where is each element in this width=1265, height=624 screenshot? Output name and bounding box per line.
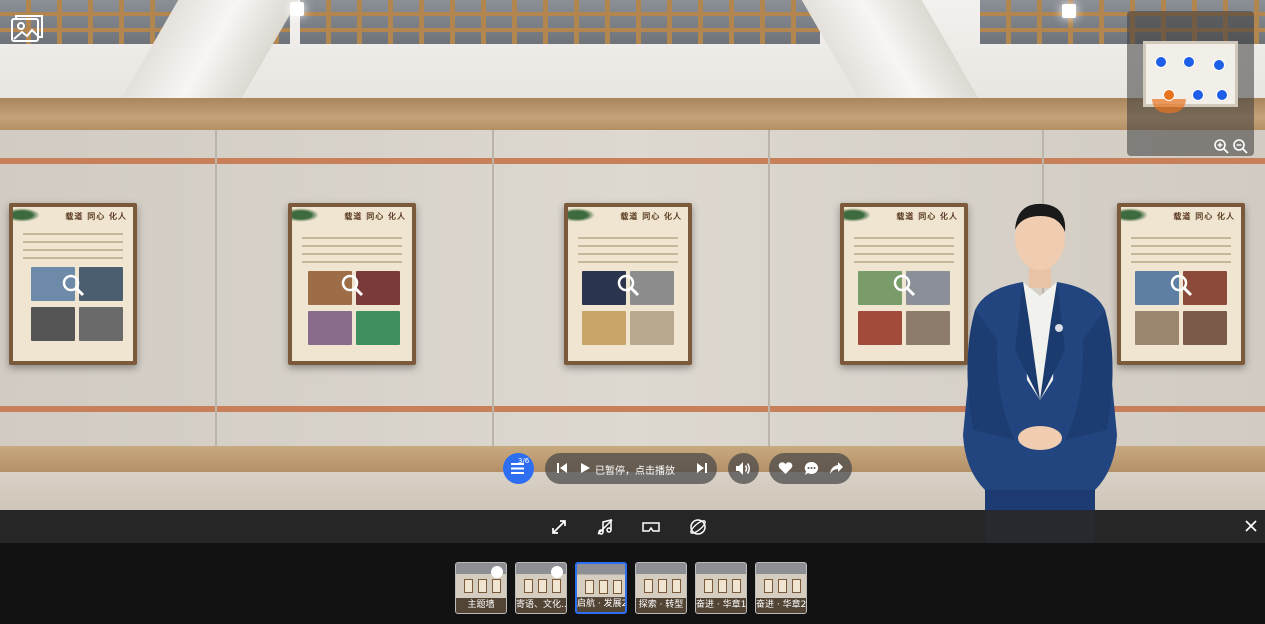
wall-seam xyxy=(492,130,494,446)
pine-decoration xyxy=(292,207,322,223)
scene-thumbnail-active[interactable]: 启航 · 发展2 xyxy=(575,562,627,614)
hotspot-dot[interactable] xyxy=(1155,56,1167,68)
vr-glasses-icon[interactable] xyxy=(642,518,660,536)
bottom-toolbar xyxy=(0,510,1265,543)
exhibit-poster-1[interactable]: 载道 同心 化人 xyxy=(9,203,137,365)
wall-seam xyxy=(215,130,217,446)
poster-title: 载道 同心 化人 xyxy=(65,212,127,221)
poster-photo xyxy=(308,311,352,345)
scene-thumbnail[interactable]: 奋进 · 华章2... xyxy=(755,562,807,614)
ceiling xyxy=(0,0,1265,98)
zoom-out-icon[interactable] xyxy=(1232,138,1248,154)
poster-photo xyxy=(630,311,674,345)
scene-thumbnail[interactable]: 奋进 · 华章1 xyxy=(695,562,747,614)
social-actions xyxy=(769,453,852,484)
zoom-in-icon[interactable] xyxy=(1213,138,1229,154)
virtual-guide-avatar xyxy=(963,203,1117,543)
hotspot-dot[interactable] xyxy=(1192,89,1204,101)
zoom-magnifier-icon[interactable] xyxy=(61,273,85,297)
wall-wood-top xyxy=(0,98,1265,130)
current-position-marker xyxy=(1163,89,1175,101)
zoom-magnifier-icon[interactable] xyxy=(616,273,640,297)
poster-photo xyxy=(356,311,400,345)
fullscreen-icon[interactable] xyxy=(550,518,568,536)
ceiling-beam xyxy=(801,0,979,98)
visited-check-icon xyxy=(491,566,503,578)
scene-thumbnail[interactable]: 寄语、文化... xyxy=(515,562,567,614)
playlist-menu-button[interactable]: 3/6 xyxy=(503,453,534,484)
playlist-counter: 3/6 xyxy=(518,457,530,465)
thumbnail-label: 奋进 · 华章1 xyxy=(696,598,746,613)
exhibit-poster-5[interactable]: 载道 同心 化人 xyxy=(1117,203,1245,365)
ceiling-light xyxy=(290,2,304,16)
zoom-magnifier-icon[interactable] xyxy=(340,273,364,297)
thumbnail-label: 主题墙 xyxy=(456,598,506,613)
zoom-magnifier-icon[interactable] xyxy=(1169,273,1193,297)
poster-photo xyxy=(858,311,902,345)
audio-player: 已暂停，点击播放 xyxy=(545,453,717,484)
view-direction-cone xyxy=(1152,99,1186,113)
poster-photo xyxy=(582,311,626,345)
poster-title: 载道 同心 化人 xyxy=(620,212,682,221)
wall-strip xyxy=(0,158,1265,164)
comment-icon[interactable] xyxy=(804,461,819,476)
exhibit-poster-2[interactable]: 载道 同心 化人 xyxy=(288,203,416,365)
pine-decoration xyxy=(844,207,874,223)
pine-decoration xyxy=(568,207,598,223)
thumbnail-label: 寄语、文化... xyxy=(516,598,566,613)
visited-check-icon xyxy=(551,566,563,578)
gyroscope-icon[interactable] xyxy=(689,518,707,536)
poster-photo xyxy=(79,267,123,301)
poster-photo xyxy=(1183,311,1227,345)
hotspot-dot[interactable] xyxy=(1183,56,1195,68)
poster-title: 载道 同心 化人 xyxy=(896,212,958,221)
vr-gallery-viewer: 载道 同心 化人 载道 同心 化人 载道 同心 化人 载道 同心 化人 载道 同… xyxy=(0,0,1265,624)
wall-seam xyxy=(768,130,770,446)
poster-photo xyxy=(1135,311,1179,345)
hotspot-dot[interactable] xyxy=(1216,89,1228,101)
poster-photo xyxy=(906,311,950,345)
hotspot-dot[interactable] xyxy=(1213,59,1225,71)
poster-photo xyxy=(79,307,123,341)
scene-thumbnail[interactable]: 探索 · 转型 xyxy=(635,562,687,614)
ceiling-light xyxy=(1062,4,1076,18)
next-icon[interactable] xyxy=(695,461,709,475)
close-icon[interactable] xyxy=(1244,519,1258,533)
previous-icon[interactable] xyxy=(555,461,569,475)
exhibit-poster-3[interactable]: 载道 同心 化人 xyxy=(564,203,692,365)
poster-title: 载道 同心 化人 xyxy=(344,212,406,221)
share-icon[interactable] xyxy=(829,461,844,475)
ceiling-grille xyxy=(300,0,820,44)
play-icon[interactable] xyxy=(579,462,591,474)
thumbnail-label: 探索 · 转型 xyxy=(636,598,686,613)
pine-decoration xyxy=(1121,207,1151,223)
scene-thumbnail-strip: 主题墙 寄语、文化... 启航 · 发展2 探索 · 转型 奋进 · 华章1 奋… xyxy=(0,543,1265,624)
volume-control[interactable] xyxy=(728,453,759,484)
music-off-icon[interactable] xyxy=(596,518,614,536)
poster-title: 载道 同心 化人 xyxy=(1173,212,1235,221)
thumbnail-label: 启航 · 发展2 xyxy=(577,597,625,612)
pine-decoration xyxy=(13,207,43,223)
poster-photo xyxy=(31,307,75,341)
scene-thumbnail[interactable]: 主题墙 xyxy=(455,562,507,614)
zoom-magnifier-icon[interactable] xyxy=(892,273,916,297)
photo-album-icon[interactable] xyxy=(10,13,44,45)
minimap[interactable] xyxy=(1127,11,1254,156)
volume-icon[interactable] xyxy=(735,461,752,476)
exhibit-poster-4[interactable]: 载道 同心 化人 xyxy=(840,203,968,365)
heart-icon[interactable] xyxy=(778,461,793,475)
thumbnail-label: 奋进 · 华章2... xyxy=(756,598,806,613)
playback-status[interactable]: 已暂停，点击播放 xyxy=(595,462,675,477)
